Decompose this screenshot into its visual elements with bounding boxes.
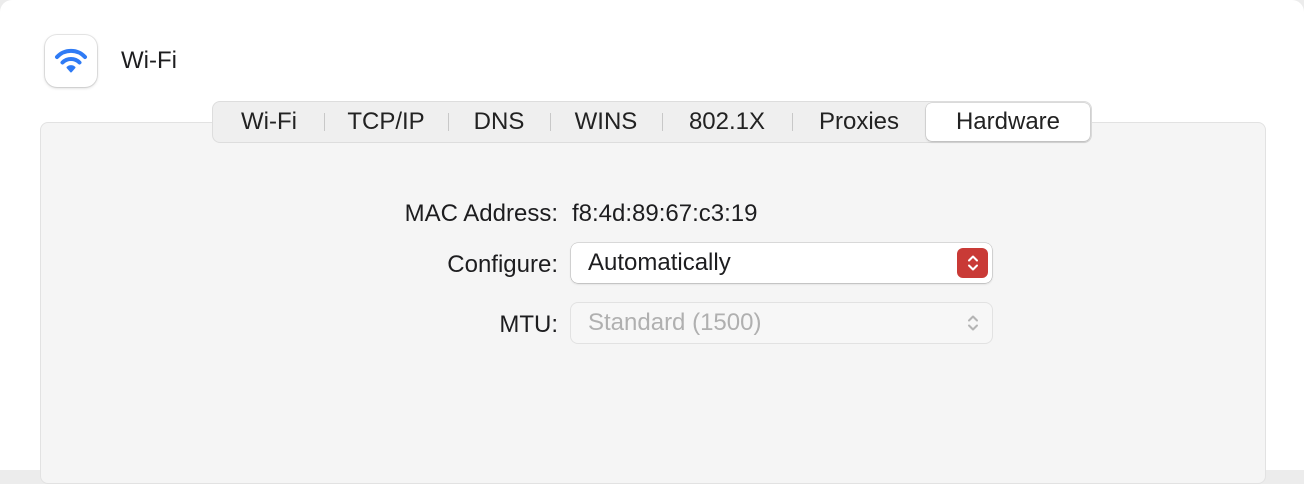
tab-hardware[interactable]: Hardware bbox=[926, 103, 1090, 141]
settings-window: Wi-Fi Wi-Fi TCP/IP DNS WINS 802.1X Proxi… bbox=[0, 0, 1304, 484]
mac-address-value: f8:4d:89:67:c3:19 bbox=[572, 200, 758, 227]
configure-label: Configure: bbox=[447, 251, 558, 278]
tab-dns[interactable]: DNS bbox=[448, 103, 550, 141]
tab-8021x[interactable]: 802.1X bbox=[662, 103, 792, 141]
mac-address-label: MAC Address: bbox=[404, 200, 558, 227]
up-down-chevron-icon bbox=[957, 308, 988, 338]
tab-bar: Wi-Fi TCP/IP DNS WINS 802.1X Proxies Har… bbox=[212, 101, 1092, 143]
tab-wifi[interactable]: Wi-Fi bbox=[214, 103, 324, 141]
page-title: Wi-Fi bbox=[121, 47, 177, 74]
pane-header: Wi-Fi bbox=[45, 34, 177, 88]
mtu-select-value: Standard (1500) bbox=[588, 309, 762, 336]
mtu-label: MTU: bbox=[499, 311, 558, 338]
tab-wins[interactable]: WINS bbox=[550, 103, 662, 141]
tab-proxies[interactable]: Proxies bbox=[792, 103, 926, 141]
configure-select-value: Automatically bbox=[588, 249, 731, 276]
tab-tcpip[interactable]: TCP/IP bbox=[324, 103, 448, 141]
mtu-select: Standard (1500) bbox=[571, 303, 992, 343]
wifi-icon bbox=[45, 35, 97, 87]
configure-select[interactable]: Automatically bbox=[571, 243, 992, 283]
up-down-chevron-icon[interactable] bbox=[957, 248, 988, 278]
